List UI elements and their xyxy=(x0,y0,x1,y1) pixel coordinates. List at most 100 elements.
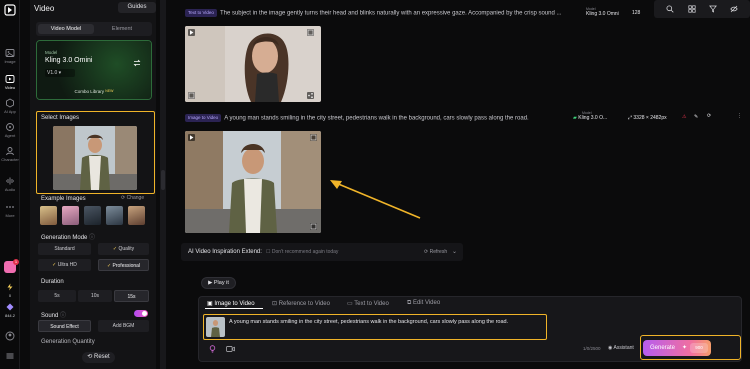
filter-icon[interactable] xyxy=(709,5,717,13)
audio-wave-icon xyxy=(6,177,14,185)
collapse-chevron-icon[interactable]: ⌄ xyxy=(452,248,457,255)
job-resolution-value: 3328 × 2482px xyxy=(633,115,667,121)
example-image[interactable] xyxy=(40,206,57,225)
street-man-photo xyxy=(185,131,321,233)
menu-icon[interactable] xyxy=(5,351,15,361)
add-bgm-button[interactable]: Add BGM xyxy=(98,320,149,332)
edit-icon[interactable]: ✎ xyxy=(694,114,698,120)
grid-view-icon[interactable] xyxy=(688,5,696,13)
select-images-label: Select Images xyxy=(41,115,80,121)
model-version-select[interactable]: V1.0 ▾ xyxy=(45,69,75,77)
character-count: 1/0/2500 xyxy=(583,346,601,351)
example-image[interactable] xyxy=(84,206,101,225)
rail-item-more[interactable]: More xyxy=(0,202,20,218)
icon-rail: Image Video AI App Agent Character Audio… xyxy=(0,0,20,369)
tab-label: Text to Video xyxy=(354,301,389,307)
sound-toggle[interactable] xyxy=(134,310,148,317)
camera-icon[interactable] xyxy=(226,345,235,353)
duration-10s-button[interactable]: 10s xyxy=(78,290,112,302)
tab-text-to-video[interactable]: ▭ Text to Video xyxy=(347,300,389,307)
rail-label: Audio xyxy=(4,187,16,192)
guides-button[interactable]: Guides xyxy=(118,2,156,13)
mode-quality-button[interactable]: ✓ Quality xyxy=(98,243,149,255)
play-icon[interactable] xyxy=(188,134,195,141)
model-name: Kling 3.0 Omini xyxy=(45,57,93,64)
rail-item-image[interactable]: Image xyxy=(0,48,20,64)
rail-label: More xyxy=(5,213,15,218)
save-icon[interactable] xyxy=(188,92,195,99)
sound-label: Sound ⓘ xyxy=(41,313,67,319)
rail-item-audio[interactable]: Audio xyxy=(0,176,20,192)
scrollbar-thumb[interactable] xyxy=(161,170,165,190)
tab-element[interactable]: Element xyxy=(94,24,150,34)
kling-logo-icon: ▰ xyxy=(573,115,577,121)
profile-icon[interactable] xyxy=(5,331,15,341)
example-image[interactable] xyxy=(106,206,123,225)
annotation-arrow xyxy=(330,180,421,219)
play-icon[interactable] xyxy=(188,29,195,36)
example-image[interactable] xyxy=(128,206,145,225)
combo-library-link[interactable]: Combo Library NEW xyxy=(37,89,151,94)
more-options-icon[interactable]: ⋮ xyxy=(737,113,742,119)
reset-button[interactable]: ⟲ Reset xyxy=(82,352,115,363)
job-resolution: 128 xyxy=(632,10,641,16)
refresh-button[interactable]: ⟳ Refresh xyxy=(424,249,447,255)
switch-model-icon[interactable] xyxy=(133,59,141,67)
generate-label: Generate xyxy=(650,345,676,351)
mode-standard-button[interactable]: Standard xyxy=(38,243,91,255)
save-icon[interactable] xyxy=(310,223,317,230)
model-card[interactable]: Model Kling 3.0 Omini V1.0 ▾ Combo Libra… xyxy=(36,40,152,100)
prompt-image-thumbnail[interactable] xyxy=(206,317,225,337)
generated-video-thumbnail[interactable] xyxy=(185,26,321,102)
sound-effect-button[interactable]: Sound Effect xyxy=(38,320,91,332)
prompt-text[interactable]: A young man stands smiling in the city s… xyxy=(229,319,508,325)
rail-item-character[interactable]: Character xyxy=(0,146,20,162)
tab-video-model[interactable]: Video Model xyxy=(38,24,94,34)
tab-reference-to-video[interactable]: ⊡ Reference to Video xyxy=(272,300,330,307)
lightbulb-icon[interactable] xyxy=(209,345,216,353)
job-type-chip: Image to Video xyxy=(185,114,222,122)
duration-5s-button[interactable]: 5s xyxy=(38,290,76,302)
credits-primary: 0 xyxy=(8,293,12,298)
expand-icon[interactable] xyxy=(310,134,317,141)
video-icon xyxy=(5,75,15,83)
rail-item-video[interactable]: Video xyxy=(0,74,20,90)
ai-app-icon xyxy=(6,98,14,108)
change-examples-button[interactable]: ⟳ Change xyxy=(121,195,144,201)
share-icon[interactable] xyxy=(307,92,314,99)
mode-professional-button[interactable]: ✓ Professional xyxy=(98,259,149,271)
play-it-button[interactable]: ▶ Play it xyxy=(201,277,236,289)
generated-video-thumbnail[interactable] xyxy=(185,131,321,233)
job-model: Model ▰ Kling 3.0 O... xyxy=(573,111,607,121)
change-label: Change xyxy=(126,195,145,201)
new-badge: NEW xyxy=(105,89,114,93)
expand-icon[interactable] xyxy=(307,29,314,36)
hide-icon[interactable] xyxy=(730,5,738,13)
dont-recommend-label: Don't recommend again today xyxy=(271,249,339,255)
rail-item-agent[interactable]: Agent xyxy=(0,122,20,138)
model-version: V1.0 xyxy=(47,70,58,76)
prompt-input-area[interactable] xyxy=(203,314,547,340)
example-images-row xyxy=(40,206,152,226)
selected-image-thumbnail[interactable] xyxy=(53,126,137,190)
assistant-label: Assistant xyxy=(613,345,634,351)
regenerate-icon[interactable]: ⟳ xyxy=(707,113,711,119)
warning-icon[interactable]: ⚠ xyxy=(682,114,686,120)
app-logo-icon[interactable] xyxy=(4,4,16,16)
search-icon[interactable] xyxy=(666,5,674,13)
example-image[interactable] xyxy=(62,206,79,225)
duration-15s-button[interactable]: 15s xyxy=(114,290,149,302)
diamond-icon xyxy=(6,303,14,311)
tab-image-to-video[interactable]: ▣ Image to Video xyxy=(207,300,255,307)
panel-scrollbar[interactable] xyxy=(160,0,166,369)
tab-edit-video[interactable]: ⧉ Edit Video xyxy=(407,300,440,307)
assistant-toggle[interactable]: ◉ Assistant xyxy=(608,345,634,351)
dont-recommend-checkbox[interactable]: ☐ Don't recommend again today xyxy=(266,249,338,255)
mode-ultra-hd-button[interactable]: ✓ Ultra HD xyxy=(38,259,91,271)
job-resolution: ⤢ 3328 × 2482px xyxy=(628,115,667,121)
top-toolbar xyxy=(654,0,750,18)
job-model: Model Kling 3.0 Omni xyxy=(586,7,619,17)
panel-title: Video xyxy=(34,4,55,13)
rail-item-ai-app[interactable]: AI App xyxy=(0,98,20,114)
job-header: Image to Video A young man stands smiling… xyxy=(185,114,529,122)
